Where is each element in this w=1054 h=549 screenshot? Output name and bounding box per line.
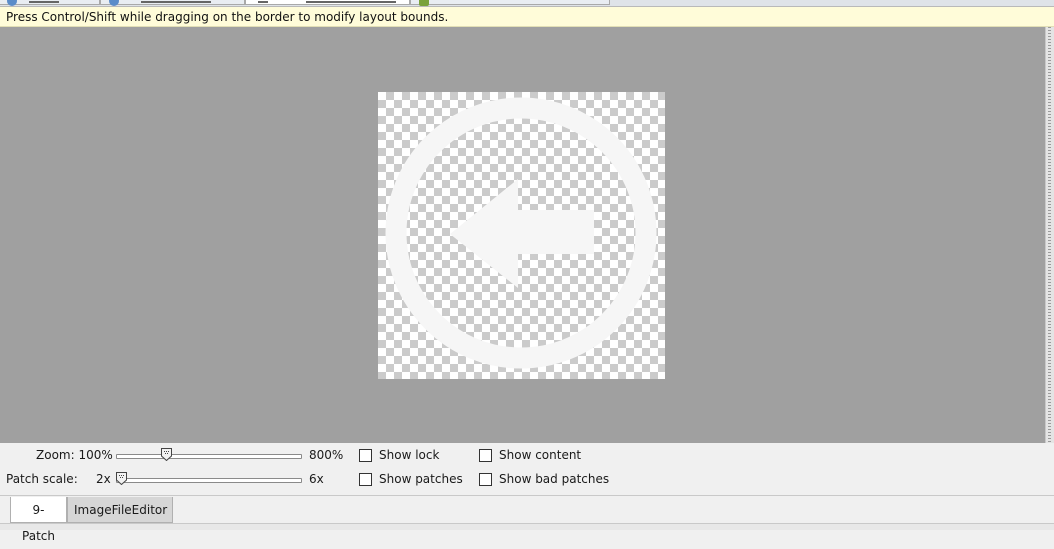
hint-text: Press Control/Shift while dragging on th… xyxy=(6,10,449,24)
patch-scale-slider-track[interactable] xyxy=(116,478,302,483)
patch-scale-min-label: 2x xyxy=(96,472,111,486)
tab-imagefileeditor[interactable]: ImageFileEditor xyxy=(67,497,173,523)
vertical-scrollbar[interactable] xyxy=(1045,27,1054,443)
show-lock-checkbox[interactable] xyxy=(359,449,372,462)
arrow-left-circle-icon xyxy=(385,97,657,369)
tab-9-patch[interactable]: 9-Patch xyxy=(10,497,67,543)
patch-scale-slider-thumb[interactable] xyxy=(116,472,127,485)
zoom-max-label: 800% xyxy=(309,448,344,462)
editor-tab-4[interactable] xyxy=(410,0,610,6)
editor-tab-1[interactable] xyxy=(0,0,100,6)
show-patches-checkbox[interactable] xyxy=(359,473,372,486)
scrollbar-grip[interactable] xyxy=(1048,27,1051,443)
patch-scale-max-label: 6x xyxy=(309,472,324,486)
hint-bar: Press Control/Shift while dragging on th… xyxy=(0,7,1054,27)
editor-tab-2[interactable] xyxy=(100,0,245,6)
show-bad-patches-label: Show bad patches xyxy=(499,472,610,486)
show-bad-patches-checkbox[interactable] xyxy=(479,473,492,486)
show-lock-label: Show lock xyxy=(379,448,440,462)
zoom-slider-track[interactable] xyxy=(116,454,302,459)
show-patches-label: Show patches xyxy=(379,472,463,486)
patch-scale-label: Patch scale: xyxy=(6,472,78,486)
file-icon xyxy=(7,0,17,6)
show-content-label: Show content xyxy=(499,448,582,462)
file-icon xyxy=(109,0,119,6)
editor-tab-active[interactable] xyxy=(245,0,410,5)
zoom-label: Zoom: 100% xyxy=(36,448,113,462)
editor-tab-strip xyxy=(0,0,1054,7)
tab-imagefileeditor-label: ImageFileEditor xyxy=(74,503,168,517)
show-content-checkbox[interactable] xyxy=(479,449,492,462)
android-icon xyxy=(419,0,429,6)
controls-panel: Zoom: 100% 800% Show lock Show content P… xyxy=(0,443,1054,493)
zoom-slider-thumb[interactable] xyxy=(160,448,172,461)
nine-patch-image[interactable] xyxy=(378,92,665,379)
